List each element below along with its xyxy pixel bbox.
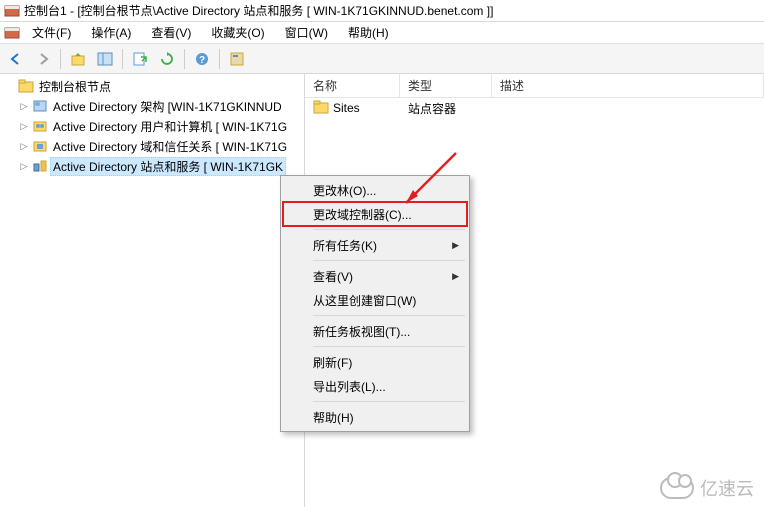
svg-text:?: ?	[199, 55, 205, 66]
cloud-icon	[660, 477, 694, 499]
tree-item-label: Active Directory 用户和计算机 [ WIN-1K71G	[50, 117, 290, 136]
watermark: 亿速云	[660, 475, 754, 501]
ctx-label: 帮助(H)	[313, 409, 354, 426]
ad-domains-icon	[32, 138, 48, 154]
ctx-taskpad-view[interactable]: 新任务板视图(T)...	[283, 319, 467, 343]
ctx-view[interactable]: 查看(V) ▶	[283, 264, 467, 288]
ad-users-icon	[32, 118, 48, 134]
tree-item-domains-trusts[interactable]: ▷ Active Directory 域和信任关系 [ WIN-1K71G	[0, 136, 304, 156]
ctx-label: 查看(V)	[313, 268, 353, 285]
ctx-export-list[interactable]: 导出列表(L)...	[283, 374, 467, 398]
menu-file[interactable]: 文件(F)	[24, 22, 79, 43]
list-row-sites[interactable]: Sites 站点容器	[305, 98, 764, 118]
ad-schema-icon	[32, 98, 48, 114]
ctx-separator	[313, 401, 465, 402]
menu-view[interactable]: 查看(V)	[143, 22, 199, 43]
tree-root-label: 控制台根节点	[36, 77, 114, 96]
tree-root[interactable]: ▶ 控制台根节点	[0, 76, 304, 96]
mmc-icon	[4, 25, 20, 41]
tree-pane[interactable]: ▶ 控制台根节点 ▷ Active Directory 架构 [WIN-1K71…	[0, 74, 305, 507]
ctx-label: 更改林(O)...	[313, 182, 376, 199]
ad-sites-icon	[32, 158, 48, 174]
toolbar: ?	[0, 44, 764, 74]
context-menu: 更改林(O)... 更改域控制器(C)... 所有任务(K) ▶ 查看(V) ▶ 从…	[280, 175, 470, 432]
title-bar: 控制台1 - [控制台根节点\Active Directory 站点和服务 [ …	[0, 0, 764, 22]
ctx-label: 从这里创建窗口(W)	[313, 292, 416, 309]
column-desc[interactable]: 描述	[492, 74, 764, 97]
ctx-label: 新任务板视图(T)...	[313, 323, 410, 340]
column-name[interactable]: 名称	[305, 74, 400, 97]
folder-icon	[313, 100, 329, 117]
ctx-label: 刷新(F)	[313, 354, 352, 371]
ctx-separator	[313, 260, 465, 261]
list-header: 名称 类型 描述	[305, 74, 764, 98]
watermark-text: 亿速云	[700, 475, 754, 501]
ctx-all-tasks[interactable]: 所有任务(K) ▶	[283, 233, 467, 257]
ctx-new-window[interactable]: 从这里创建窗口(W)	[283, 288, 467, 312]
tree-item-label: Active Directory 站点和服务 [ WIN-1K71GK	[50, 157, 286, 176]
menu-bar: 文件(F) 操作(A) 查看(V) 收藏夹(O) 窗口(W) 帮助(H)	[0, 22, 764, 44]
toolbar-separator	[184, 49, 185, 69]
toolbar-separator	[219, 49, 220, 69]
toolbar-separator	[60, 49, 61, 69]
ctx-change-forest[interactable]: 更改林(O)...	[283, 178, 467, 202]
ctx-separator	[313, 315, 465, 316]
cell-type: 站点容器	[408, 100, 456, 117]
ctx-help[interactable]: 帮助(H)	[283, 405, 467, 429]
ctx-change-dc[interactable]: 更改域控制器(C)...	[283, 202, 467, 226]
ctx-separator	[313, 346, 465, 347]
menu-window[interactable]: 窗口(W)	[277, 22, 336, 43]
menu-help[interactable]: 帮助(H)	[340, 22, 397, 43]
submenu-arrow-icon: ▶	[452, 240, 459, 251]
up-button[interactable]	[66, 47, 90, 71]
cell-name: Sites	[333, 101, 360, 115]
expander-icon[interactable]: ▷	[18, 160, 30, 172]
ctx-label: 更改域控制器(C)...	[313, 206, 412, 223]
tree-item-sites-services[interactable]: ▷ Active Directory 站点和服务 [ WIN-1K71GK	[0, 156, 304, 176]
forward-button[interactable]	[31, 47, 55, 71]
ctx-label: 导出列表(L)...	[313, 378, 386, 395]
expander-icon[interactable]: ▷	[18, 100, 30, 112]
expander-icon[interactable]: ▷	[18, 120, 30, 132]
column-type[interactable]: 类型	[400, 74, 492, 97]
show-hide-tree-button[interactable]	[93, 47, 117, 71]
tree-item-label: Active Directory 架构 [WIN-1K71GKINNUD	[50, 97, 285, 116]
ctx-label: 所有任务(K)	[313, 237, 377, 254]
properties-button[interactable]	[225, 47, 249, 71]
back-button[interactable]	[4, 47, 28, 71]
export-button[interactable]	[128, 47, 152, 71]
expander-icon[interactable]: ▷	[18, 140, 30, 152]
submenu-arrow-icon: ▶	[452, 271, 459, 282]
folder-icon	[18, 78, 34, 94]
refresh-button[interactable]	[155, 47, 179, 71]
help-button[interactable]: ?	[190, 47, 214, 71]
tree-item-label: Active Directory 域和信任关系 [ WIN-1K71G	[50, 137, 290, 156]
app-icon	[4, 3, 20, 19]
menu-favorites[interactable]: 收藏夹(O)	[203, 22, 272, 43]
window-title: 控制台1 - [控制台根节点\Active Directory 站点和服务 [ …	[24, 2, 493, 19]
tree-item-users-computers[interactable]: ▷ Active Directory 用户和计算机 [ WIN-1K71G	[0, 116, 304, 136]
ctx-separator	[313, 229, 465, 230]
toolbar-separator	[122, 49, 123, 69]
ctx-refresh[interactable]: 刷新(F)	[283, 350, 467, 374]
menu-action[interactable]: 操作(A)	[83, 22, 139, 43]
tree-item-schema[interactable]: ▷ Active Directory 架构 [WIN-1K71GKINNUD	[0, 96, 304, 116]
